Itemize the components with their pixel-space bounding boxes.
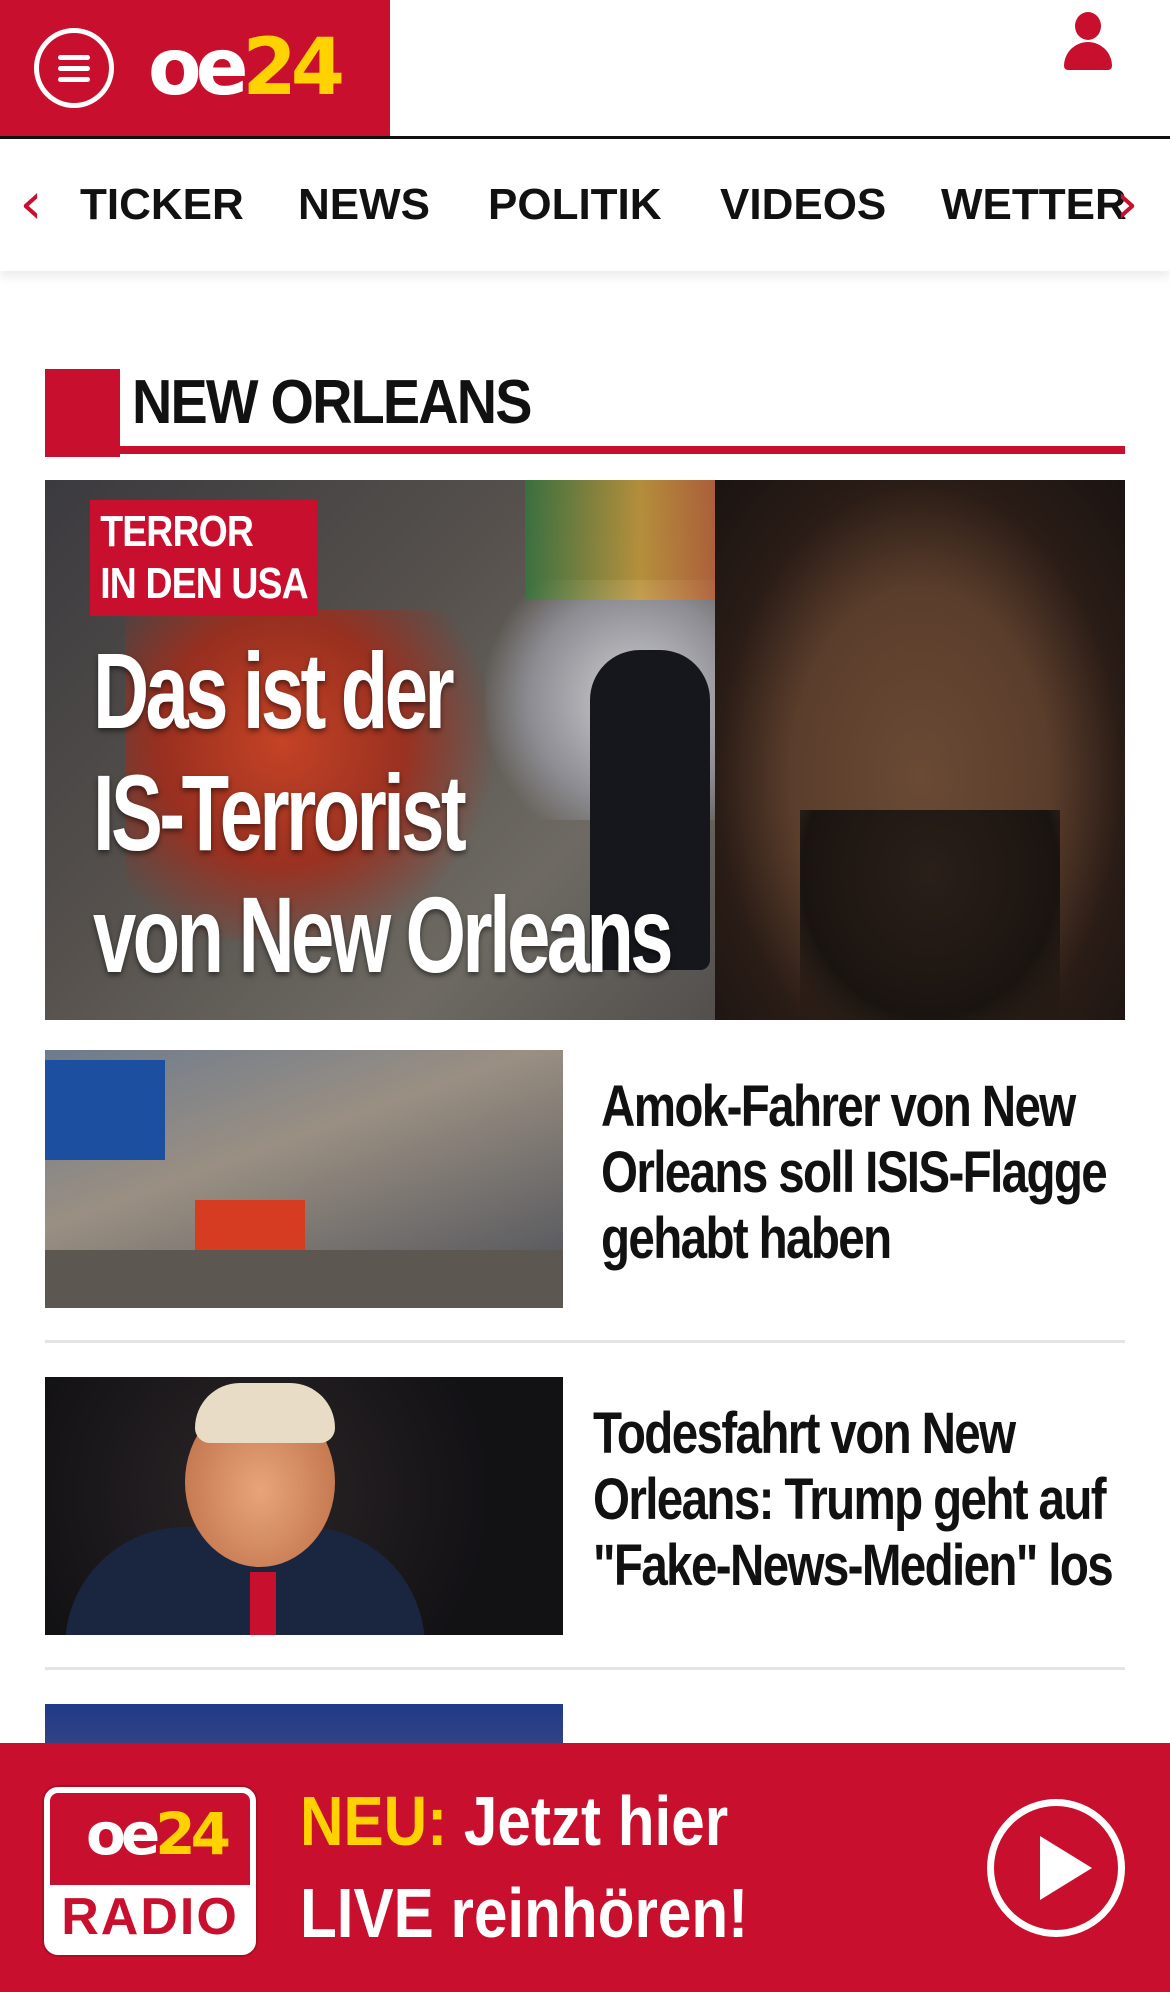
hero-article[interactable]: TERROR IN DEN USA Das ist der IS-Terrori…: [45, 480, 1125, 1020]
play-icon[interactable]: [987, 1799, 1125, 1937]
user-icon[interactable]: [1062, 12, 1114, 72]
article-thumbnail[interactable]: [45, 1050, 563, 1308]
category-nav: ‹ TICKER NEWS POLITIK VIDEOS WETTER ›: [0, 139, 1170, 271]
article-divider: [45, 1667, 1125, 1670]
top-header: oe24: [0, 0, 1170, 139]
article-headline[interactable]: Amok-Fahrer von New Orleans soll ISIS-Fl…: [601, 1074, 1108, 1272]
section-title[interactable]: NEW ORLEANS: [132, 362, 532, 444]
hero-headline[interactable]: Das ist der IS-Terrorist von New Orleans: [93, 630, 674, 996]
brand-block: oe24: [0, 0, 390, 136]
nav-item-news[interactable]: NEWS: [298, 177, 430, 233]
radio-promo-text[interactable]: NEU: Jetzt hier LIVE reinhören!: [300, 1775, 748, 1959]
section-marker: [45, 369, 120, 457]
hero-kicker: TERROR IN DEN USA: [90, 500, 319, 616]
hamburger-icon[interactable]: [34, 28, 114, 108]
nav-item-wetter[interactable]: WETTER: [941, 177, 1127, 233]
article-thumbnail[interactable]: [45, 1377, 563, 1635]
section-underline: [45, 446, 1125, 454]
radio-logo[interactable]: oe24 RADIO: [44, 1787, 256, 1955]
site-logo[interactable]: oe24: [148, 20, 345, 116]
nav-item-ticker[interactable]: TICKER: [80, 177, 244, 233]
article-divider: [45, 1340, 1125, 1343]
article-card[interactable]: Amok-Fahrer von New Orleans soll ISIS-Fl…: [45, 1050, 1125, 1308]
nav-item-videos[interactable]: VIDEOS: [720, 177, 886, 233]
radio-promo-banner[interactable]: oe24 RADIO NEU: Jetzt hier LIVE reinhöre…: [0, 1743, 1170, 1992]
chevron-left-icon[interactable]: ‹: [16, 173, 46, 233]
chevron-right-icon[interactable]: ›: [1112, 173, 1142, 233]
hero-image-beard: [800, 810, 1060, 1020]
nav-item-politik[interactable]: POLITIK: [488, 177, 662, 233]
article-headline[interactable]: Todesfahrt von New Orleans: Trump geht a…: [593, 1401, 1114, 1599]
article-card[interactable]: Todesfahrt von New Orleans: Trump geht a…: [45, 1377, 1125, 1635]
